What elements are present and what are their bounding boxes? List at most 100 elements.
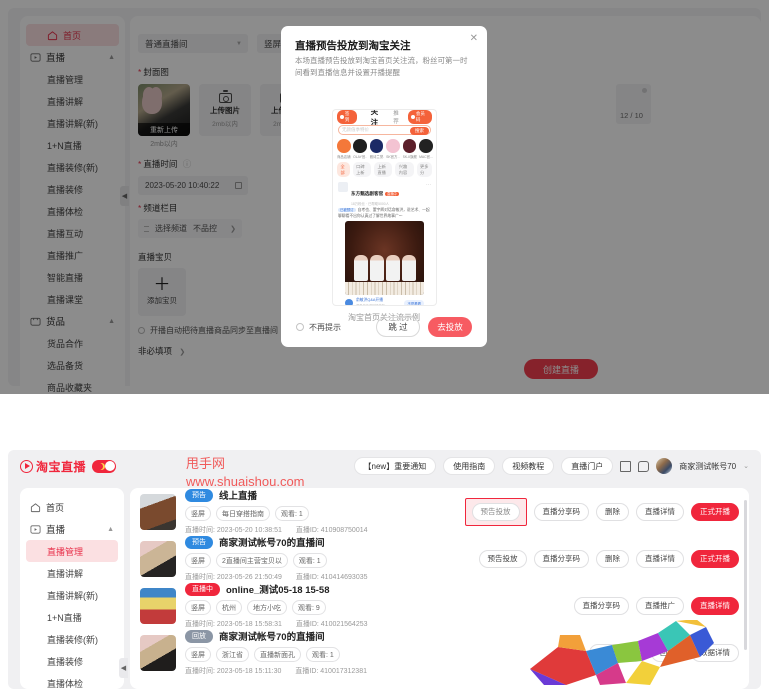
live-time: 直播时间: 2023-05-20 10:38:51: [185, 527, 282, 534]
live-id: 直播ID: 410414693035: [295, 574, 368, 581]
person: [385, 255, 400, 282]
promo-delivery-modal: ✕ 直播预告投放到淘宝关注 本场直播预告投放到淘宝首页关注流，粉丝可第一时间看到…: [281, 26, 487, 347]
dark-mode-toggle[interactable]: [92, 459, 117, 473]
promo-delivery-highlight: 预告投放: [464, 497, 527, 526]
delete-button[interactable]: 删除: [596, 502, 629, 521]
table-row[interactable]: 预告 商家测试帐号70的直播间 竖屏 2直播间主营宝贝以 观看: 1 直播时间:…: [130, 535, 749, 582]
header-actions: 【new】重要通知 使用指南 视频教程 直播门户 商家测试帐号70 ⌄: [353, 457, 749, 475]
sidebar-collapse-handle[interactable]: ◀: [119, 658, 128, 678]
delete-button[interactable]: 删除: [596, 549, 629, 568]
row-actions: 直播分享码 直播推广 直播详情: [573, 596, 739, 615]
watermark-line1: 甩手网: [186, 456, 226, 471]
sidebar-item-live-manage[interactable]: 直播管理: [26, 540, 118, 562]
live-title: 线上直播: [219, 491, 258, 502]
phone-chip: 全部: [337, 162, 350, 177]
phone-avatar-item: SK官方…: [386, 139, 400, 159]
app-logo[interactable]: 淘宝直播: [20, 458, 117, 475]
live-title: online_测试05-18 15-58: [226, 585, 330, 596]
live-meta: 直播时间: 2023-05-26 21:50:49 直播ID: 41041469…: [185, 572, 479, 582]
header-pill-portal[interactable]: 直播门户: [561, 457, 614, 475]
live-time: 直播时间: 2023-05-18 15:11:30: [185, 668, 282, 675]
header-pill-notice[interactable]: 【new】重要通知: [353, 457, 437, 475]
tag: 杭州: [216, 600, 242, 615]
tag: 直播新面孔: [254, 647, 301, 662]
avatar: [345, 299, 353, 305]
doc-icon[interactable]: [620, 460, 632, 472]
moon-icon: [96, 463, 103, 470]
avatar: [369, 139, 384, 153]
radio-icon[interactable]: [296, 323, 304, 331]
skip-button[interactable]: 跳 过: [376, 317, 420, 337]
go-deliver-button[interactable]: 去投放: [428, 317, 472, 337]
header-pill-tutorial[interactable]: 视频教程: [502, 457, 555, 475]
sidebar-item-live-decorate[interactable]: 直播装修: [20, 650, 124, 672]
promo-delivery-button[interactable]: 预告投放: [478, 549, 527, 568]
chevron-up-icon: ▲: [107, 525, 114, 533]
live-thumbnail[interactable]: [140, 540, 176, 577]
play-icon: [30, 524, 41, 535]
play-circle-icon: [20, 459, 33, 473]
live-detail-button[interactable]: 直播详情: [636, 549, 684, 568]
sidebar-item-home-label: 首页: [46, 502, 65, 513]
avatar: [419, 139, 433, 153]
phone-avatar-item: 商品店铺: [337, 139, 351, 159]
live-title: 商家测试帐号70的直播间: [219, 632, 325, 643]
sidebar-group-live[interactable]: 直播 ▲: [20, 518, 124, 540]
phone-chip: 口碑上新: [352, 162, 371, 177]
live-thumbnail[interactable]: [140, 587, 176, 624]
phone-chip: 兴趣内容: [395, 162, 414, 177]
phone-post-badge: 直播中: [385, 192, 399, 196]
phone-post-tag: 已被预订: [338, 208, 356, 212]
share-code-button[interactable]: 直播分享码: [533, 549, 589, 568]
live-thumbnail[interactable]: [140, 634, 176, 671]
phone-search-bar: 无颜值季特价 搜索: [338, 125, 431, 135]
header-pill-guide[interactable]: 使用指南: [443, 457, 496, 475]
live-title: 商家测试帐号70的直播间: [219, 538, 325, 549]
live-detail-button[interactable]: 直播详情: [636, 502, 684, 521]
start-live-button[interactable]: 正式开播: [691, 502, 739, 521]
phone-post-footer: 俞敏洪Q&A开播 观看俞敏洪开播花絮 不是看看: [333, 295, 436, 305]
app-logo-text: 淘宝直播: [36, 459, 87, 474]
avatar: [402, 139, 417, 153]
phone-post-text: 已被预订 自考也、董宇辉对话俞敏洪，说艺术、一起聊聊看不出你认真过了解世界故事广～: [333, 206, 436, 219]
app-header: 淘宝直播 【new】重要通知 使用指南 视频教程 直播门户 商家测试帐号70 ⌄: [8, 450, 761, 482]
sidebar-item-live-explain[interactable]: 直播讲解: [20, 562, 124, 584]
sidebar-item-live-explain-new[interactable]: 直播讲解(新): [20, 584, 124, 606]
phone-post-people: [353, 255, 416, 282]
phone-avatar-item: MAC官…: [419, 139, 433, 159]
tag: 地方小吃: [247, 600, 287, 615]
status-badge: 直播中: [185, 582, 220, 596]
sidebar-group-live-label: 直播: [46, 525, 66, 536]
row-actions: 预告投放 直播分享码 删除 直播详情 正式开播: [478, 549, 739, 568]
table-row[interactable]: 预告 线上直播 竖屏 每日穿搭指南 观看: 1 直播时间: 2023-05-20…: [130, 488, 749, 535]
live-detail-button[interactable]: 直播详情: [691, 596, 739, 615]
user-name[interactable]: 商家测试帐号70: [679, 461, 736, 472]
close-icon[interactable]: ✕: [470, 34, 478, 44]
tag: 观看: 1: [275, 506, 309, 521]
sidebar-item-home[interactable]: 首页: [20, 496, 124, 518]
person: [401, 255, 416, 282]
start-live-button[interactable]: 正式开播: [691, 549, 739, 568]
sidebar-item-1plusn-live[interactable]: 1+N直播: [20, 606, 124, 628]
share-code-button[interactable]: 直播分享码: [533, 502, 589, 521]
live-thumbnail[interactable]: [140, 493, 176, 530]
phone-search-button: 搜索: [410, 127, 429, 135]
phone-avatar-row: 商品店铺 OLAY官… 雅诗兰黛… SK官方… SK-II旗舰… MAC官…: [333, 135, 436, 160]
share-code-button[interactable]: 直播分享码: [573, 596, 629, 615]
more-icon: ···: [426, 182, 431, 188]
home-icon: [30, 502, 41, 513]
sidebar-item-live-checkup[interactable]: 直播体检: [20, 672, 124, 689]
promote-button[interactable]: 直播推广: [636, 596, 684, 615]
avatar[interactable]: [656, 458, 673, 474]
promo-delivery-button[interactable]: 预告投放: [471, 502, 520, 521]
no-remind-option[interactable]: 不再提示: [296, 322, 341, 333]
chevron-down-icon[interactable]: ⌄: [743, 462, 749, 470]
phone-post-meta: 18万粉丝 · 已帮助5000人: [351, 202, 390, 206]
toggle-knob: [104, 461, 115, 471]
chat-icon[interactable]: [638, 460, 650, 472]
bottom-sidebar: 首页 直播 ▲ 直播管理 直播讲解 直播讲解(新) 1+N直播 直播装修(新) …: [20, 488, 128, 689]
checkin-pill: 签到: [337, 110, 357, 124]
sidebar-item-live-decorate-new[interactable]: 直播装修(新): [20, 628, 124, 650]
live-tags: 竖屏 每日穿搭指南 观看: 1: [185, 506, 465, 521]
status-badge: 预告: [185, 488, 213, 502]
